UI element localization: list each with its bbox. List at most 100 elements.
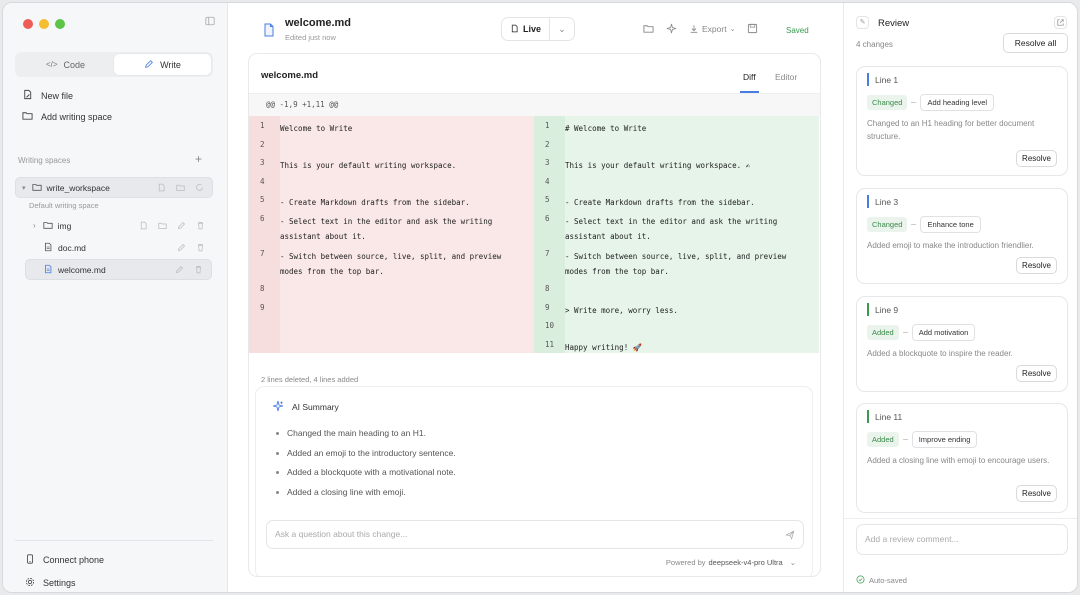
add-space-label: Add writing space bbox=[41, 111, 113, 122]
sidebar-toggle-icon[interactable] bbox=[205, 16, 217, 28]
trash-icon[interactable] bbox=[196, 221, 205, 230]
review-comment-input[interactable] bbox=[865, 534, 1055, 544]
send-icon[interactable] bbox=[785, 530, 795, 540]
tab-write[interactable]: Write bbox=[114, 54, 211, 75]
chevron-down-icon[interactable]: ⌄ bbox=[550, 24, 574, 35]
workspace-name: write_workspace bbox=[46, 182, 110, 193]
gear-icon bbox=[25, 577, 35, 589]
line-text bbox=[280, 135, 534, 154]
edit-icon[interactable] bbox=[177, 243, 186, 252]
card-badges: Added Add motivation bbox=[867, 324, 976, 341]
tab-write-label: Write bbox=[160, 59, 181, 70]
panel-header: welcome.md Diff Editor bbox=[249, 54, 820, 94]
sparkle-icon[interactable] bbox=[666, 23, 677, 34]
new-file-icon[interactable] bbox=[139, 221, 148, 230]
ai-summary-header: AI Summary bbox=[272, 400, 339, 414]
file-row-welcome[interactable]: welcome.md bbox=[25, 259, 212, 280]
line-text bbox=[280, 172, 534, 191]
new-file-label: New file bbox=[41, 90, 74, 101]
tab-diff[interactable]: Diff bbox=[743, 72, 756, 82]
edit-icon[interactable] bbox=[175, 265, 184, 274]
line-text bbox=[565, 172, 819, 191]
diff-line: 10 bbox=[534, 316, 819, 335]
resolve-button[interactable]: Resolve bbox=[1016, 257, 1057, 274]
new-file-icon[interactable] bbox=[157, 183, 166, 192]
edit-status: Edited just now bbox=[285, 33, 336, 42]
status-badge: Added bbox=[867, 325, 899, 340]
external-link-icon[interactable] bbox=[1054, 16, 1067, 29]
add-writing-space-button[interactable]: Add writing space bbox=[22, 110, 112, 123]
ask-box bbox=[266, 520, 804, 549]
minimize-window-button[interactable] bbox=[39, 19, 49, 29]
card-description: Added a closing line with emoji to encou… bbox=[867, 456, 1050, 465]
card-line-label: Line 9 bbox=[867, 303, 898, 316]
trash-icon[interactable] bbox=[196, 243, 205, 252]
chevron-down-icon[interactable]: ▾ bbox=[22, 184, 26, 192]
file-row-doc[interactable]: doc.md bbox=[15, 237, 213, 258]
chevron-right-icon[interactable]: › bbox=[33, 221, 36, 230]
check-circle-icon bbox=[856, 575, 865, 586]
diff-line: 8 bbox=[534, 278, 819, 298]
line-text: This is your default writing workspace. … bbox=[565, 161, 751, 171]
line-number: 2 bbox=[534, 134, 565, 154]
tab-code[interactable]: </> Code bbox=[17, 54, 114, 75]
settings-label: Settings bbox=[43, 578, 76, 588]
review-divider bbox=[844, 518, 1077, 519]
diff-line: 1 # Welcome to Write bbox=[534, 116, 819, 135]
new-folder-icon[interactable] bbox=[176, 183, 185, 192]
ask-input[interactable] bbox=[275, 529, 755, 539]
diff-line: 2 bbox=[534, 134, 819, 154]
line-number: 6 bbox=[534, 208, 565, 244]
diff-line: 3 This is your default writing workspace.… bbox=[534, 153, 819, 172]
mode-switcher: </> Code Write bbox=[15, 52, 213, 77]
resolve-all-button[interactable]: Resolve all bbox=[1003, 33, 1068, 53]
export-menu[interactable]: Export ⌄ bbox=[689, 24, 735, 34]
connect-phone-label: Connect phone bbox=[43, 555, 105, 565]
workspace-row[interactable]: ▾ write_workspace bbox=[15, 177, 213, 198]
file-icon bbox=[43, 264, 53, 276]
autosaved-label: Auto-saved bbox=[869, 576, 907, 585]
folder-row-img[interactable]: › img bbox=[15, 215, 213, 236]
chevron-down-icon: ⌄ bbox=[729, 25, 736, 33]
line-text bbox=[280, 279, 534, 298]
phone-icon bbox=[25, 554, 35, 566]
new-folder-icon[interactable] bbox=[158, 221, 167, 230]
save-icon[interactable] bbox=[747, 23, 758, 34]
trash-icon[interactable] bbox=[194, 265, 203, 274]
line-number: 4 bbox=[249, 171, 280, 191]
edit-icon[interactable] bbox=[177, 221, 186, 230]
line-text: > Write more, worry less. bbox=[565, 305, 678, 315]
line-text: - Create Markdown drafts from the sideba… bbox=[280, 198, 470, 208]
ai-summary-title: AI Summary bbox=[292, 402, 339, 412]
settings-button[interactable]: Settings bbox=[25, 577, 76, 589]
page-title: welcome.md bbox=[285, 17, 352, 29]
resolve-button[interactable]: Resolve bbox=[1016, 365, 1057, 382]
change-count: 4 changes bbox=[856, 40, 893, 49]
review-card: Line 1 Changed Add heading level Changed… bbox=[856, 66, 1068, 176]
file-actions bbox=[175, 265, 203, 274]
review-comment-box bbox=[856, 524, 1068, 555]
review-title: Review bbox=[878, 18, 910, 29]
tab-editor[interactable]: Editor bbox=[775, 72, 797, 82]
autosave-status: Auto-saved bbox=[856, 575, 907, 586]
live-mode-button[interactable]: Live bbox=[502, 18, 551, 40]
card-badges: Changed Enhance tone bbox=[867, 216, 981, 233]
change-tag: Add motivation bbox=[911, 324, 976, 341]
main-area: welcome.md Edited just now Live ⌄ Export… bbox=[228, 3, 843, 592]
new-file-button[interactable]: New file bbox=[22, 89, 73, 102]
maximize-window-button[interactable] bbox=[55, 19, 65, 29]
add-space-plus-icon[interactable]: + bbox=[195, 152, 202, 166]
folder-plus-icon bbox=[22, 110, 33, 123]
folder-icon[interactable] bbox=[643, 23, 654, 34]
refresh-icon[interactable] bbox=[195, 183, 204, 192]
resolve-button[interactable]: Resolve bbox=[1016, 485, 1057, 502]
close-window-button[interactable] bbox=[23, 19, 33, 29]
resolve-button[interactable]: Resolve bbox=[1016, 150, 1057, 167]
pin-icon[interactable]: ✎ bbox=[856, 16, 869, 29]
line-text: # Welcome to Write bbox=[565, 124, 647, 133]
toolbar: Export ⌄ bbox=[643, 23, 758, 34]
model-selector[interactable]: Powered by deepseek-v4-pro Ultra ⌄ bbox=[666, 558, 796, 567]
line-number bbox=[249, 334, 280, 354]
connect-phone-button[interactable]: Connect phone bbox=[25, 554, 104, 566]
status-badge: Changed bbox=[867, 95, 908, 110]
